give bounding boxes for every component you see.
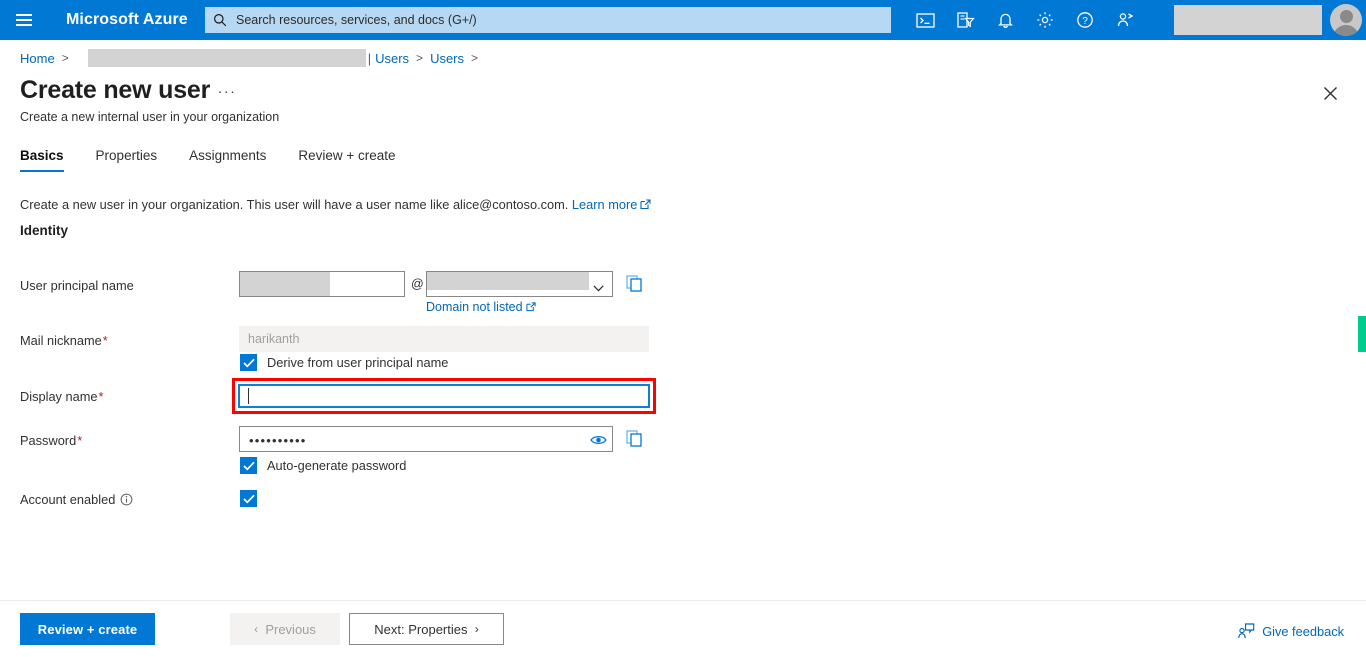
required-asterisk: * [77, 433, 83, 448]
form-description-text: Create a new user in your organization. … [20, 197, 569, 212]
label-user-principal-name: User principal name [20, 278, 134, 293]
blade-tab-bar: Basics Properties Assignments Review + c… [20, 148, 428, 172]
next-properties-button[interactable]: Next: Properties › [349, 613, 504, 645]
label-password: Password* [20, 433, 83, 448]
page-title: Create new user [20, 76, 211, 104]
hamburger-menu-icon[interactable] [0, 0, 48, 40]
breadcrumb-item-users-1[interactable]: Users [375, 51, 409, 66]
blade-footer: Review + create ‹ Previous Next: Propert… [0, 600, 1366, 657]
review-create-button[interactable]: Review + create [20, 613, 155, 645]
breadcrumb-separator: > [61, 51, 69, 65]
domain-not-listed-link[interactable]: Domain not listed [426, 300, 536, 315]
auto-generate-password-label: Auto-generate password [267, 458, 407, 473]
label-mail-nickname: Mail nickname* [20, 333, 108, 348]
domain-value-redacted [427, 272, 589, 290]
page-subtitle: Create a new internal user in your organ… [20, 110, 280, 124]
previous-button-label: Previous [265, 621, 316, 637]
directory-subscription-filter-icon[interactable] [945, 0, 985, 40]
give-feedback-link[interactable]: Give feedback [1238, 623, 1344, 639]
feedback-icon [1238, 623, 1255, 639]
breadcrumb-item-redacted[interactable] [87, 49, 366, 67]
chevron-left-icon: ‹ [254, 622, 259, 636]
feedback-person-icon[interactable] [1105, 0, 1145, 40]
breadcrumb-divider: | [367, 50, 372, 66]
user-avatar[interactable] [1330, 4, 1362, 36]
search-input[interactable] [234, 12, 883, 28]
label-account-enabled: Account enabled [20, 492, 133, 507]
password-masked-value: •••••••••• [249, 433, 307, 448]
label-display-name: Display name* [20, 389, 104, 404]
account-enabled-checkbox[interactable] [240, 490, 257, 507]
close-icon[interactable] [1317, 80, 1343, 106]
auto-generate-password-checkbox[interactable] [240, 457, 257, 474]
auto-generate-password-row[interactable]: Auto-generate password [240, 457, 406, 474]
derive-from-upn-checkbox-row[interactable]: Derive from user principal name [240, 354, 448, 371]
more-actions-button[interactable]: ··· [215, 83, 239, 105]
mail-nickname-input[interactable] [239, 326, 649, 352]
display-name-input[interactable] [238, 384, 650, 408]
chevron-down-icon [593, 280, 604, 295]
next-button-label: Next: Properties [374, 621, 468, 637]
text-cursor [248, 388, 249, 404]
search-icon [213, 13, 227, 27]
copy-user-principal-name-button[interactable] [623, 272, 645, 294]
section-heading-identity: Identity [20, 223, 69, 238]
notification-edge-indicator [1358, 316, 1366, 352]
external-link-icon [640, 198, 651, 213]
breadcrumb-item-home[interactable]: Home [20, 51, 55, 66]
required-asterisk: * [102, 333, 108, 348]
tenant-name-redacted[interactable] [1174, 5, 1322, 35]
upn-value-redacted [240, 272, 330, 296]
breadcrumb: Home > | Users > Users > [20, 48, 485, 68]
domain-select[interactable] [426, 271, 613, 297]
account-enabled-row[interactable] [240, 490, 257, 507]
eye-icon[interactable] [588, 431, 608, 449]
external-link-icon [525, 301, 536, 315]
help-question-icon[interactable]: ? [1065, 0, 1105, 40]
cloud-shell-icon[interactable] [905, 0, 945, 40]
global-search-box[interactable] [205, 7, 891, 33]
tab-assignments[interactable]: Assignments [189, 148, 266, 172]
form-description: Create a new user in your organization. … [20, 197, 651, 213]
breadcrumb-separator: > [416, 51, 424, 65]
notifications-bell-icon[interactable] [985, 0, 1025, 40]
info-icon[interactable] [120, 493, 133, 506]
breadcrumb-separator: > [471, 51, 479, 65]
breadcrumb-item-users-2[interactable]: Users [430, 51, 464, 66]
azure-top-header: Microsoft Azure Search resources, servic… [0, 0, 1366, 40]
chevron-right-icon: › [474, 622, 479, 636]
tab-review-create[interactable]: Review + create [298, 148, 395, 172]
tab-properties[interactable]: Properties [96, 148, 158, 172]
header-icon-group: ? [905, 0, 1145, 40]
at-symbol: @ [411, 277, 424, 291]
svg-text:?: ? [1082, 16, 1088, 27]
copy-password-button[interactable] [623, 427, 645, 449]
derive-from-upn-label: Derive from user principal name [267, 355, 449, 370]
brand-microsoft-azure[interactable]: Microsoft Azure [66, 11, 188, 29]
give-feedback-label: Give feedback [1262, 623, 1344, 639]
settings-gear-icon[interactable] [1025, 0, 1065, 40]
password-input[interactable]: •••••••••• [239, 426, 613, 452]
tab-basics[interactable]: Basics [20, 148, 64, 172]
required-asterisk: * [98, 389, 104, 404]
previous-button[interactable]: ‹ Previous [230, 613, 340, 645]
user-principal-name-input[interactable] [239, 271, 405, 297]
derive-from-upn-checkbox[interactable] [240, 354, 257, 371]
learn-more-link[interactable]: Learn more [572, 197, 637, 212]
